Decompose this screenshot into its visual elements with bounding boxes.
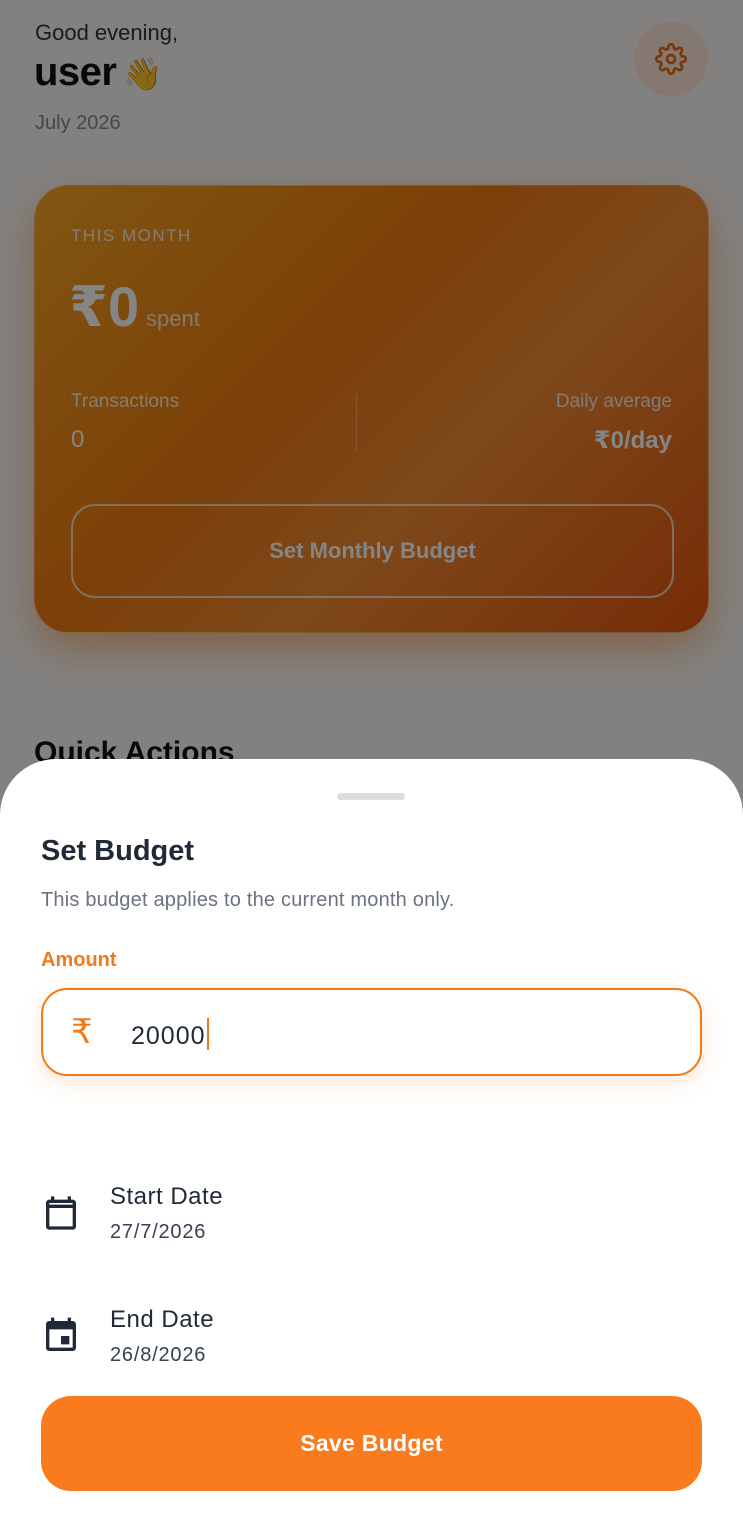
start-date-row[interactable]: Start Date 27/7/2026 xyxy=(41,1183,702,1263)
start-date-label: Start Date xyxy=(110,1183,224,1210)
sheet-subtitle: This budget applies to the current month… xyxy=(41,889,455,911)
calendar-event-icon xyxy=(46,1317,76,1351)
amount-value-text: 20000 xyxy=(131,1022,206,1050)
sheet-title: Set Budget xyxy=(41,835,195,867)
text-caret xyxy=(206,1018,210,1050)
rupee-icon: ₹ xyxy=(71,1012,93,1052)
start-date-value: 27/7/2026 xyxy=(110,1221,207,1243)
screen: Good evening, user 👋 July 2026 THIS MONTH… xyxy=(0,0,743,1529)
end-date-label: End Date xyxy=(110,1306,215,1333)
amount-label: Amount xyxy=(41,949,117,971)
end-date-value: 26/8/2026 xyxy=(110,1344,207,1366)
end-date-row[interactable]: End Date 26/8/2026 xyxy=(41,1306,702,1386)
amount-input[interactable]: ₹ 20000 xyxy=(41,988,702,1076)
calendar-icon xyxy=(46,1196,76,1230)
sheet-drag-handle[interactable] xyxy=(337,793,405,800)
save-budget-button[interactable]: Save Budget xyxy=(41,1396,702,1491)
amount-input-value: 20000 xyxy=(131,1018,210,1051)
set-budget-sheet: Set Budget This budget applies to the cu… xyxy=(0,759,743,1529)
